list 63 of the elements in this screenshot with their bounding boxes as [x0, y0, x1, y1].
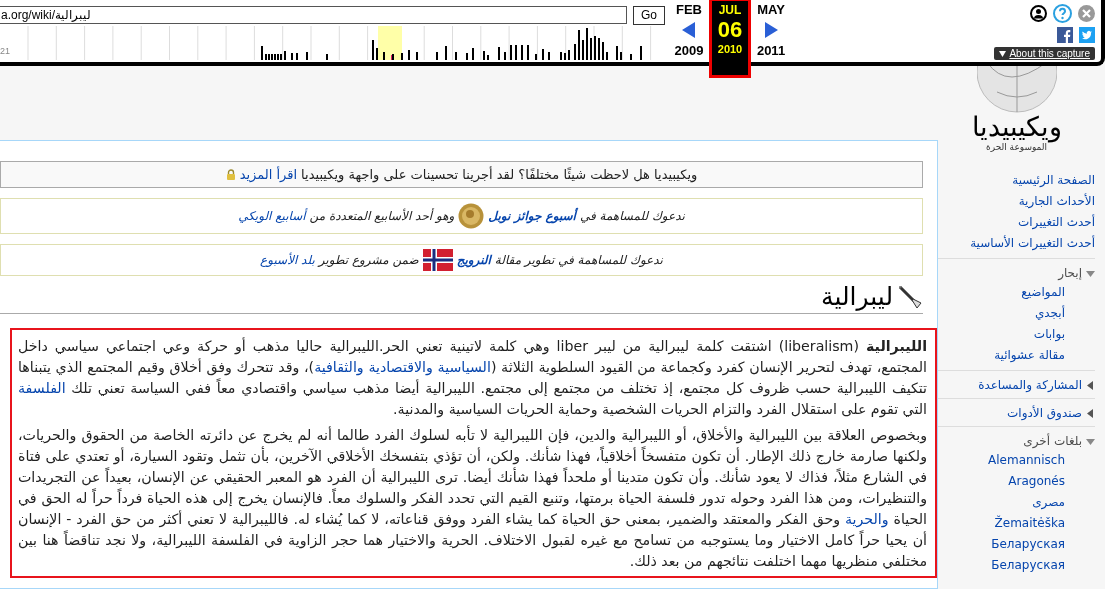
- caret-left-icon: [1086, 381, 1095, 390]
- twitter-icon[interactable]: [1079, 27, 1095, 43]
- sidebar-link[interactable]: Žemaitėška: [938, 513, 1065, 534]
- sidebar-link[interactable]: مصرى: [938, 492, 1065, 513]
- close-icon[interactable]: [1078, 5, 1095, 22]
- sidebar-section-toggle[interactable]: صندوق الأدوات: [1007, 405, 1095, 422]
- notice-link[interactable]: النرويج: [456, 253, 491, 267]
- sidebar-link[interactable]: الأحداث الجارية: [938, 191, 1095, 212]
- pen-icon: [897, 283, 923, 310]
- timeline-label: 21: [0, 46, 10, 56]
- sidebar-section-toggle[interactable]: المشاركة والمساعدة: [978, 377, 1095, 394]
- go-button[interactable]: Go: [633, 5, 665, 25]
- sidebar-link[interactable]: مقالة عشوائية: [938, 345, 1065, 366]
- notice-link[interactable]: أسابيع الويكي: [238, 209, 306, 223]
- notice-link[interactable]: أسبوع جوائز نوبل: [488, 209, 576, 223]
- lock-icon: [225, 169, 236, 180]
- month-label[interactable]: MAY: [757, 2, 785, 17]
- sidebar-link[interactable]: أحدث التغييرات الأساسية: [938, 233, 1095, 254]
- sidebar-link[interactable]: Беларуская: [938, 555, 1065, 576]
- flag-icon: [422, 249, 453, 271]
- month-label[interactable]: FEB: [676, 2, 702, 17]
- sidebar-link[interactable]: Aragonés: [938, 471, 1065, 492]
- article-paragraph: وبخصوص العلاقة بين الليبرالية والأخلاق، أو الليبرالية والدين، فإن الليبرالية لا تأبه لسلوك الفرد طالما أنه لم يخرج عن دائرته الخاصة من الحقوق والحريات، ولكنها صارمة خارج ذلك الإطار. أن تكون متفسخاً أخلاقياً، فهذا شأنك. ولكن، أن تؤذي بتفسخك الأخلاقي الآخرين، بأن تثمل وتقود السيارة، أو تعتدي على فتاة في الشارع مثلاً، فذاك لا يعود شأنك. وأن تكون متدينا أو ملحداً فهذا شأنك أيضا. ترى الليبرالية أن الفرد هو المعبر الحقيقي عن الإنسان، بعيداً عن التجريدات والتنظيرات، ومن هذا الفرد وحوله تدور فلسفة الحياة برمتها، وتنبع القيم التي تحدد الفكر والسلوك معاً. فالإنسان يخرج إلى هذه الحياة فرداً حراً له الحق في الحياة والحرية وحق الفكر والمعتقد والضمير، بمعنى حق الحياة كما يشاء الفرد ووفق قناعاته، لا كما يُشاء له. فالليبرالية لا تعني أكثر من حق الفرد - الإنسان أن يحيا حراً كامل الاختيار وما يستوجبه من تسامح مع غيره لقبول الاختلاف. الحرية والاختيار هما حجر الزاوية في الفلسفة الليبرالية، ولا نجد تناقضاً هنا بين مختلفي منظريها مهما اختلفت نتائجهم من بعد ذلك.: [18, 425, 927, 572]
- sidebar-link[interactable]: Alemannisch: [938, 450, 1065, 471]
- notice-text: ندعوك للمساهمة في تطوير مقالة: [494, 253, 663, 267]
- sidebar-link[interactable]: بوابات: [938, 324, 1065, 345]
- previous-arrow-icon[interactable]: [682, 22, 696, 38]
- sidebar-section-toggle[interactable]: إبحار: [1058, 265, 1095, 282]
- medal-icon: [458, 203, 485, 229]
- sidebar-link[interactable]: أحدث التغييرات: [938, 212, 1095, 233]
- year-label[interactable]: 2009: [674, 43, 704, 58]
- sidebar-link[interactable]: الصفحة الرئيسية: [938, 170, 1095, 191]
- article-title: ليبرالية: [821, 282, 893, 311]
- notice-text: ضمن مشروع تطوير: [318, 253, 419, 267]
- wikipedia-wordmark: ويكيبيديا: [971, 112, 1062, 142]
- user-icon[interactable]: [1030, 5, 1047, 22]
- article-link[interactable]: الفلسفة: [18, 380, 66, 396]
- help-icon[interactable]: [1053, 4, 1072, 23]
- year-label[interactable]: 2011: [756, 43, 786, 58]
- notice-text: وهو أحد الأسابيع المتعددة من: [309, 209, 455, 223]
- next-arrow-icon[interactable]: [764, 22, 778, 38]
- month-label[interactable]: JUL: [718, 3, 742, 17]
- sidebar-link[interactable]: أبجدي: [938, 303, 1065, 324]
- caret-down-icon: [1086, 437, 1095, 446]
- notice-link[interactable]: بلد الأسبوع: [260, 253, 315, 267]
- caret-left-icon: [1086, 409, 1095, 418]
- about-capture-link[interactable]: About this capture: [994, 47, 1095, 60]
- article-link[interactable]: والحرية: [844, 511, 889, 527]
- facebook-icon[interactable]: [1057, 27, 1073, 43]
- sidebar-section-toggle[interactable]: بلغات أخرى: [1023, 433, 1095, 450]
- caret-down-icon: [1086, 269, 1095, 278]
- url-field[interactable]: a.org/wiki/ليبرالية: [0, 6, 627, 24]
- article-paragraph: الليبرالية (liberalism) اشتقت كلمة ليبرالية من ليبر liber وهي كلمة لاتينية تعني الحر.الليبرالية حاليا مذهب أو حركة وعي اجتماعي سياسي داخل المجتمع، تهدف لتحرير الإنسان كفرد وكجماعة من القيود السلطوية الثلاثة (السياسية والاقتصادية والثقافية)، وقد تتحرك وفق أخلاق وقيم المجتمع الذي يتبناها تتكيف الليبرالية حسب ظروف كل مجتمع، إذ تختلف من مجتمع إلى مجتمع. الليبرالية أيضا مذهب سياسي واقتصادي معاً ففي السياسة تعني تلك الفلسفة التي تقوم على استقلال الفرد والتزام الحريات الشخصية وحماية الحريات السياسية والمدنية.: [18, 336, 927, 420]
- article-link[interactable]: السياسية والاقتصادية والثقافية: [314, 359, 491, 375]
- notice-link[interactable]: اقرأ المزيد: [239, 167, 298, 182]
- sidebar-link[interactable]: Беларуская: [938, 534, 1065, 555]
- notice-text: ويكيبيديا هل لاحظت شيئًا مختلفًا؟ لقد أجرينا تحسينات على واجهة ويكيبيديا: [301, 167, 698, 182]
- notice-text: ندعوك للمساهمة في: [579, 209, 685, 223]
- day-label: 06: [717, 17, 743, 43]
- wikipedia-tagline: الموسوعة الحرة: [985, 142, 1048, 152]
- caret-down-icon: [999, 50, 1007, 57]
- year-label[interactable]: 2010: [717, 43, 743, 55]
- sidebar-link[interactable]: المواضيع: [938, 282, 1065, 303]
